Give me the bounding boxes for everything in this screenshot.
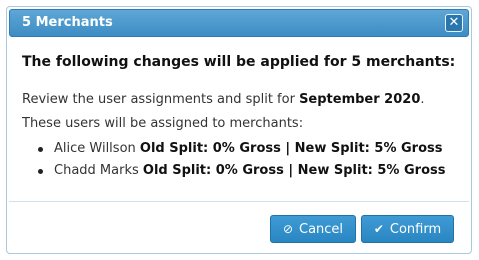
merchants-dialog: 5 Merchants ✕ The following changes will…: [6, 6, 472, 254]
dialog-title: 5 Merchants: [22, 15, 113, 30]
list-item: Alice Willson Old Split: 0% Gross | New …: [22, 138, 445, 160]
split-detail: Old Split: 0% Gross | New Split: 5% Gros…: [142, 163, 446, 178]
check-icon: ✔: [373, 222, 384, 236]
review-text: Review the user assignments and split fo…: [22, 92, 425, 107]
close-button[interactable]: ✕: [445, 14, 463, 32]
cancel-icon: ⊘: [282, 222, 293, 236]
user-name: Chadd Marks: [54, 163, 139, 178]
dialog-heading: The following changes will be applied fo…: [22, 54, 456, 70]
assign-text: These users will be assigned to merchant…: [22, 116, 304, 131]
list-item: Chadd Marks Old Split: 0% Gross | New Sp…: [22, 160, 445, 182]
close-icon: ✕: [448, 15, 460, 30]
confirm-button[interactable]: ✔ Confirm: [361, 215, 454, 243]
user-list: Alice Willson Old Split: 0% Gross | New …: [22, 138, 445, 182]
user-name: Alice Willson: [54, 141, 136, 156]
bullet: [38, 169, 43, 174]
review-period: September 2020: [299, 92, 421, 107]
split-detail: Old Split: 0% Gross | New Split: 5% Gros…: [139, 141, 443, 156]
dialog-titlebar: 5 Merchants ✕: [9, 9, 469, 37]
cancel-label: Cancel: [299, 222, 344, 237]
review-suffix: .: [420, 92, 425, 107]
cancel-button[interactable]: ⊘ Cancel: [270, 215, 356, 243]
footer-divider: [9, 201, 469, 202]
bullet: [38, 147, 43, 152]
review-prefix: Review the user assignments and split fo…: [22, 92, 300, 107]
confirm-label: Confirm: [389, 222, 442, 237]
